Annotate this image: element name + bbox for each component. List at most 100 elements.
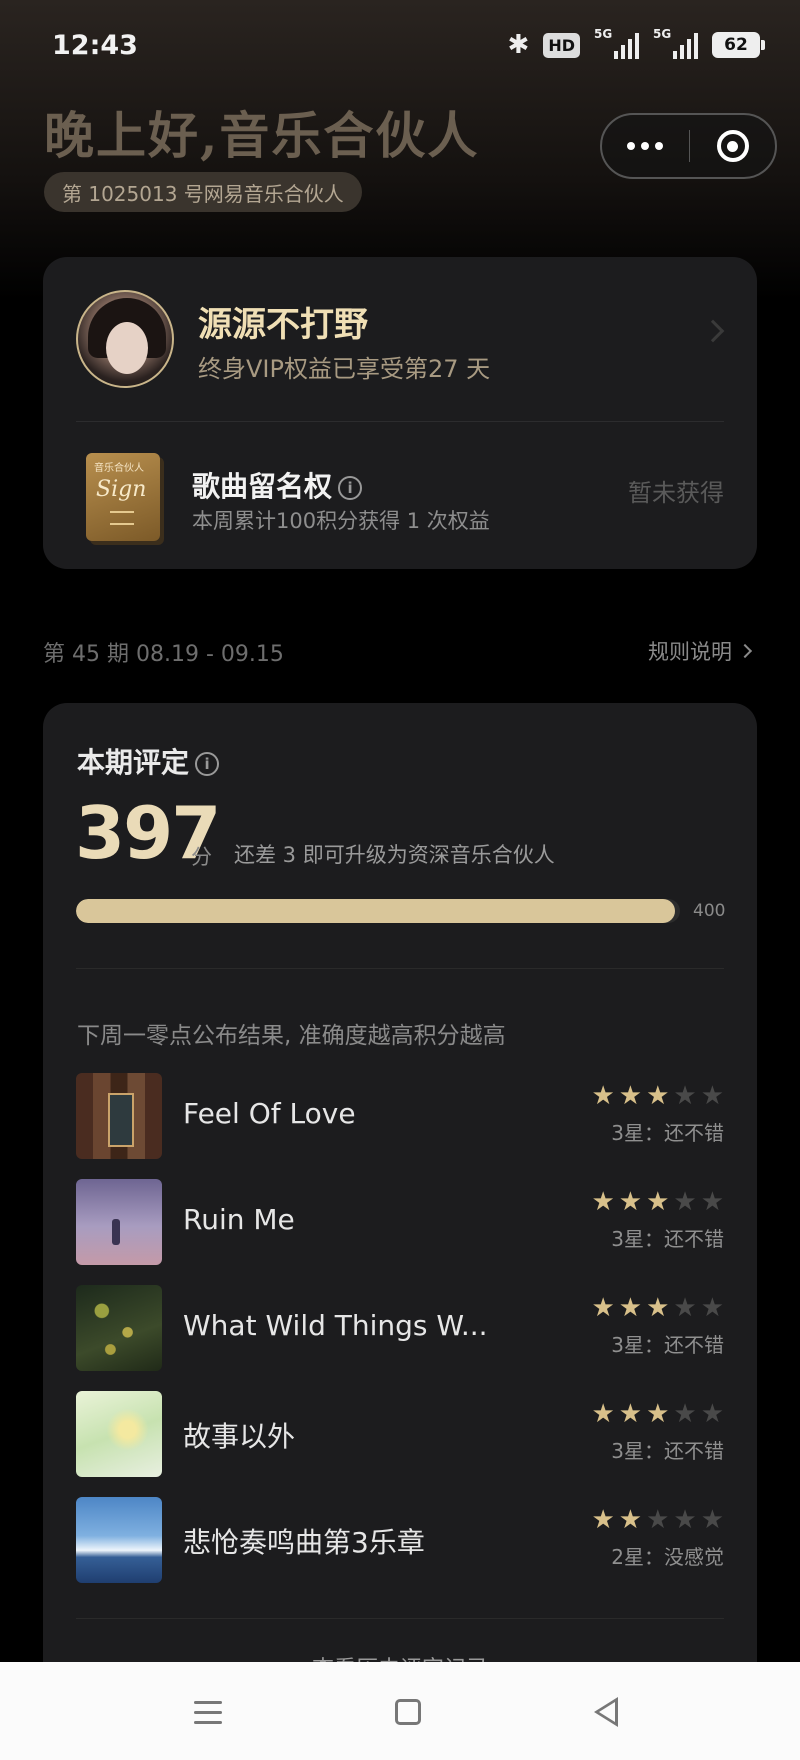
progress-max-label: 400 bbox=[693, 901, 726, 921]
score-unit: 分 bbox=[191, 845, 212, 869]
network-type-label-2: 5G bbox=[653, 27, 672, 41]
partner-number-badge: 第 1025013 号网易音乐合伙人 bbox=[44, 172, 362, 212]
info-icon[interactable]: i bbox=[338, 476, 363, 500]
star-icon[interactable]: ★ bbox=[591, 1189, 614, 1215]
star-icon[interactable]: ★ bbox=[591, 1083, 614, 1109]
star-icon[interactable]: ★ bbox=[673, 1189, 696, 1215]
song-title: 悲怆奏鸣曲第3乐章 bbox=[183, 1526, 425, 1559]
status-bar: 12:43 ✱ HD 5G 5G 62 bbox=[0, 0, 800, 96]
rating-title: 本期评定 i bbox=[77, 741, 220, 781]
user-name[interactable]: 源源不打野 bbox=[198, 297, 368, 346]
star-icon[interactable]: ★ bbox=[673, 1401, 696, 1427]
album-cover bbox=[76, 1179, 162, 1265]
divider bbox=[76, 1618, 724, 1619]
rules-link[interactable]: 规则说明 bbox=[648, 636, 753, 666]
score-progress-bar bbox=[76, 899, 680, 923]
star-icon[interactable]: ★ bbox=[619, 1507, 642, 1533]
song-row[interactable]: 悲怆奏鸣曲第3乐章 ★ ★ ★ ★ ★ 2星：没感觉 bbox=[76, 1497, 724, 1603]
star-rating[interactable]: ★ ★ ★ ★ ★ bbox=[591, 1083, 724, 1109]
home-button[interactable] bbox=[388, 1692, 428, 1732]
star-icon[interactable]: ★ bbox=[646, 1295, 669, 1321]
more-button[interactable] bbox=[602, 115, 689, 177]
greeting-title: 晚上好,音乐合伙人 bbox=[44, 106, 480, 165]
star-icon[interactable]: ★ bbox=[673, 1083, 696, 1109]
star-icon[interactable]: ★ bbox=[673, 1295, 696, 1321]
star-icon[interactable]: ★ bbox=[701, 1083, 724, 1109]
sign-badge-signature: Sign bbox=[96, 477, 147, 502]
star-icon[interactable]: ★ bbox=[646, 1507, 669, 1533]
star-rating[interactable]: ★ ★ ★ ★ ★ bbox=[591, 1295, 724, 1321]
star-icon[interactable]: ★ bbox=[591, 1295, 614, 1321]
song-list: Feel Of Love ★ ★ ★ ★ ★ 3星：还不错 Ruin Me ★ ★ ★ ★ ★ … bbox=[76, 1073, 724, 1603]
star-icon[interactable]: ★ bbox=[646, 1083, 669, 1109]
home-square-icon bbox=[395, 1699, 421, 1725]
star-icon[interactable]: ★ bbox=[701, 1189, 724, 1215]
star-icon[interactable]: ★ bbox=[619, 1295, 642, 1321]
more-dot-icon bbox=[641, 142, 650, 150]
song-title: 故事以外 bbox=[183, 1420, 296, 1453]
album-cover bbox=[76, 1073, 162, 1159]
song-row[interactable]: Feel Of Love ★ ★ ★ ★ ★ 3星：还不错 bbox=[76, 1073, 724, 1179]
miniprogram-capsule bbox=[600, 113, 777, 179]
divider bbox=[76, 968, 724, 969]
star-icon[interactable]: ★ bbox=[701, 1401, 724, 1427]
star-label: 3星：还不错 bbox=[611, 1439, 724, 1463]
rating-card: 本期评定 i 397 分 还差 3 即可升级为资深音乐合伙人 400 下周一零点公… bbox=[43, 703, 757, 1760]
star-rating[interactable]: ★ ★ ★ ★ ★ bbox=[591, 1401, 724, 1427]
star-icon[interactable]: ★ bbox=[619, 1083, 642, 1109]
target-icon bbox=[716, 130, 749, 162]
avatar[interactable] bbox=[76, 290, 174, 388]
recent-apps-button[interactable] bbox=[188, 1692, 228, 1732]
song-title: Feel Of Love bbox=[183, 1097, 356, 1130]
bluetooth-icon: ✱ bbox=[507, 30, 530, 60]
divider bbox=[76, 421, 724, 422]
star-rating[interactable]: ★ ★ ★ ★ ★ bbox=[591, 1189, 724, 1215]
publish-note: 下周一零点公布结果, 准确度越高积分越高 bbox=[77, 1023, 506, 1049]
vip-status-text: 终身VIP权益已享受第27 天 bbox=[198, 355, 491, 383]
star-icon[interactable]: ★ bbox=[619, 1189, 642, 1215]
star-icon[interactable]: ★ bbox=[701, 1295, 724, 1321]
star-icon[interactable]: ★ bbox=[701, 1507, 724, 1533]
score-hint: 还差 3 即可升级为资深音乐合伙人 bbox=[234, 843, 555, 867]
battery-icon: 62 bbox=[712, 32, 765, 58]
score-progress-fill bbox=[76, 899, 676, 923]
back-triangle-icon bbox=[594, 1697, 618, 1727]
menu-icon bbox=[194, 1700, 222, 1704]
benefit-subtitle: 本周累计100积分获得 1 次权益 bbox=[192, 509, 490, 533]
benefit-title-text: 歌曲留名权 bbox=[192, 470, 333, 503]
benefit-title: 歌曲留名权 i bbox=[192, 465, 363, 505]
star-label: 2星：没感觉 bbox=[611, 1545, 724, 1569]
benefit-status: 暂未获得 bbox=[628, 479, 724, 507]
star-rating[interactable]: ★ ★ ★ ★ ★ bbox=[591, 1507, 724, 1533]
system-nav-bar bbox=[0, 1662, 800, 1760]
signal-icon: 5G bbox=[594, 27, 639, 59]
album-cover bbox=[76, 1497, 162, 1583]
sign-badge-caption: 音乐合伙人 bbox=[94, 463, 144, 474]
song-row[interactable]: Ruin Me ★ ★ ★ ★ ★ 3星：还不错 bbox=[76, 1179, 724, 1285]
hd-icon: HD bbox=[543, 32, 580, 58]
song-title: Ruin Me bbox=[183, 1203, 295, 1236]
more-dot-icon bbox=[627, 142, 636, 150]
star-label: 3星：还不错 bbox=[611, 1227, 724, 1251]
close-miniprogram-button[interactable] bbox=[690, 115, 775, 177]
song-row[interactable]: 故事以外 ★ ★ ★ ★ ★ 3星：还不错 bbox=[76, 1391, 724, 1497]
rules-link-label: 规则说明 bbox=[648, 640, 732, 664]
back-button[interactable] bbox=[586, 1692, 626, 1732]
more-dot-icon bbox=[655, 142, 664, 150]
signal-icon-2: 5G bbox=[653, 27, 698, 59]
chevron-right-icon[interactable] bbox=[701, 319, 725, 343]
star-icon[interactable]: ★ bbox=[646, 1189, 669, 1215]
sign-badge-icon: 音乐合伙人 Sign bbox=[86, 453, 160, 541]
period-label: 第 45 期 08.19 - 09.15 bbox=[43, 642, 284, 667]
star-icon[interactable]: ★ bbox=[673, 1507, 696, 1533]
star-icon[interactable]: ★ bbox=[619, 1401, 642, 1427]
song-row[interactable]: What Wild Things W... ★ ★ ★ ★ ★ 3星：还不错 bbox=[76, 1285, 724, 1391]
album-cover bbox=[76, 1391, 162, 1477]
star-icon[interactable]: ★ bbox=[591, 1507, 614, 1533]
album-cover bbox=[76, 1285, 162, 1371]
star-icon[interactable]: ★ bbox=[591, 1401, 614, 1427]
status-time: 12:43 bbox=[52, 30, 138, 61]
info-icon[interactable]: i bbox=[195, 752, 220, 776]
star-icon[interactable]: ★ bbox=[646, 1401, 669, 1427]
chevron-right-icon bbox=[737, 643, 753, 659]
